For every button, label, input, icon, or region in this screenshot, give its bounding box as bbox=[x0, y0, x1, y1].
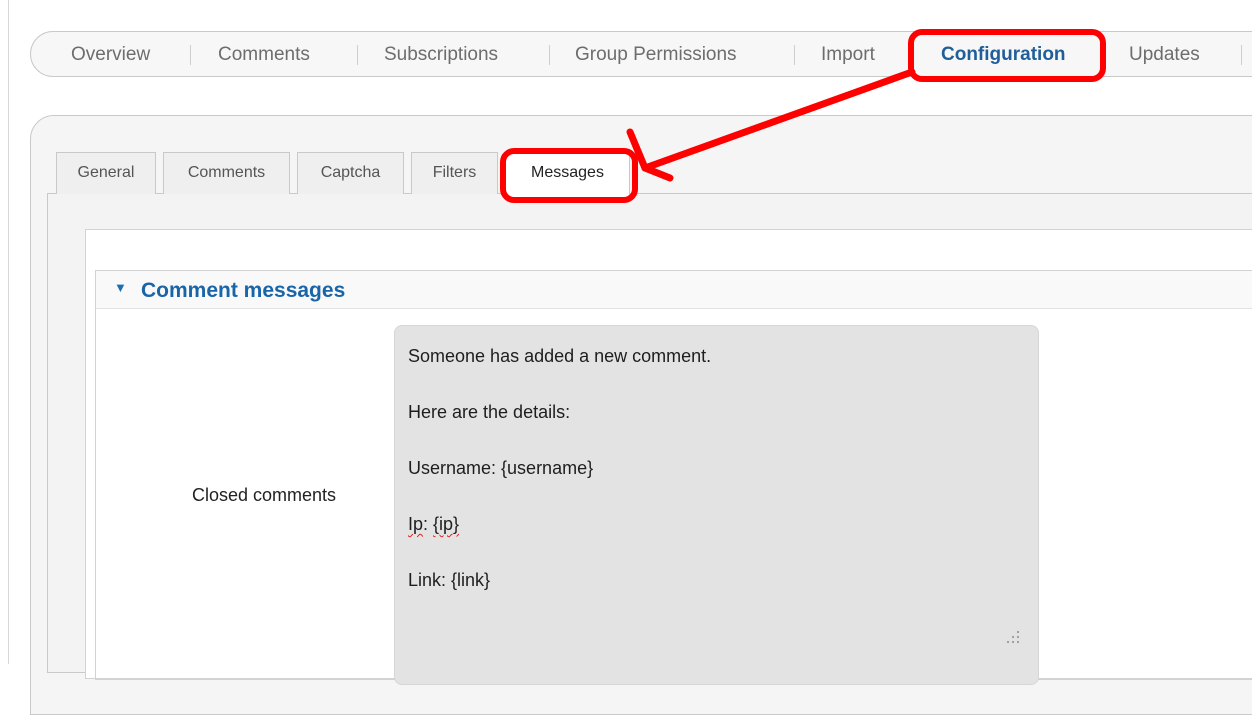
red-arrow-icon bbox=[626, 68, 916, 182]
